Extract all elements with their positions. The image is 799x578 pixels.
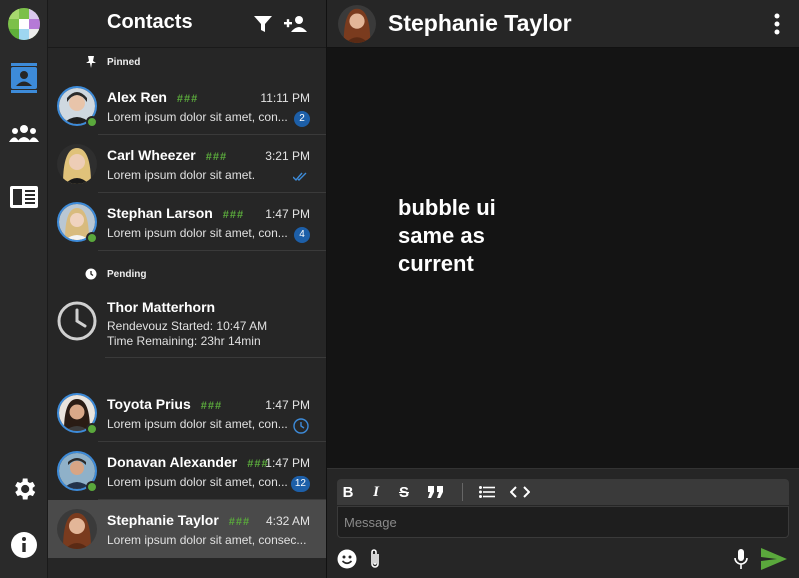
contact-row[interactable]: Carl Wheezer ### 3:21 PM Lorem ipsum dolo… [48, 135, 326, 193]
message-time: 1:47 PM [265, 207, 310, 221]
message-composer: B I S [327, 468, 799, 578]
contact-row[interactable]: Donavan Alexander ### 1:47 PM Lorem ipsum… [48, 442, 326, 500]
more-options-button[interactable] [773, 12, 781, 36]
contact-name: Carl Wheezer ### [107, 147, 228, 163]
contacts-title: Contacts [107, 11, 193, 33]
add-person-icon [284, 16, 307, 32]
contact-name: Stephanie Taylor ### [107, 512, 251, 528]
avatar [57, 509, 97, 549]
message-time: 11:11 PM [260, 91, 310, 105]
contact-name: Alex Ren ### [107, 89, 199, 105]
contacts-header: Contacts [48, 0, 326, 48]
pending-clock-status-icon [292, 417, 310, 435]
online-indicator [86, 423, 98, 435]
contact-row-selected[interactable]: Stephanie Taylor ### 4:32 AM Lorem ipsum … [48, 500, 326, 558]
message-preview: Lorem ipsum dolor sit amet, con... [107, 475, 288, 489]
message-preview: Lorem ipsum dolor sit amet, consec... [107, 533, 307, 547]
message-input[interactable] [337, 506, 789, 538]
message-time: 3:21 PM [265, 149, 310, 163]
message-preview: Lorem ipsum dolor sit amet, con... [107, 226, 288, 240]
feed-nav-button[interactable] [0, 177, 48, 217]
emoji-button[interactable] [335, 547, 359, 571]
contacts-panel: Contacts Pinned Alex Ren ### 11:11 PM Lor… [48, 0, 327, 578]
formatting-toolbar: B I S [337, 479, 789, 505]
online-indicator [86, 481, 98, 493]
bulleted-list-icon [479, 486, 495, 498]
voice-button[interactable] [729, 547, 753, 571]
send-icon [761, 548, 787, 570]
chat-panel: Stephanie Taylor bubble ui same as curre… [327, 0, 799, 578]
unread-badge: 2 [294, 111, 310, 127]
chat-header: Stephanie Taylor [327, 0, 799, 48]
contact-tag: ### [176, 93, 199, 105]
add-contact-button[interactable] [284, 12, 308, 36]
contact-name: Donavan Alexander ### [107, 454, 269, 470]
send-button[interactable] [759, 547, 789, 571]
unread-badge: 4 [294, 227, 310, 243]
message-preview: Lorem ipsum dolor sit amet, con... [107, 417, 288, 431]
online-indicator [86, 232, 98, 244]
list-button[interactable] [476, 482, 498, 502]
avatar [57, 144, 97, 184]
message-preview: Lorem ipsum dolor sit amet. [107, 168, 256, 182]
contact-tag: ### [228, 516, 251, 528]
message-time: 1:47 PM [265, 398, 310, 412]
chat-title: Stephanie Taylor [388, 10, 572, 36]
filter-icon [254, 16, 272, 32]
app-logo[interactable] [8, 8, 40, 40]
time-remaining: Time Remaining: 23hr 14min [107, 334, 261, 348]
pinned-section-label: Pinned [107, 57, 141, 68]
chat-avatar[interactable] [338, 5, 376, 43]
unread-badge: 12 [290, 476, 310, 492]
pending-contact-row[interactable]: Thor Matterhorn Rendevouz Started: 10:47… [48, 290, 326, 358]
message-preview: Lorem ipsum dolor sit amet, con... [107, 110, 288, 124]
quote-icon [428, 486, 443, 498]
contact-row[interactable]: Stephan Larson ### 1:47 PM Lorem ipsum do… [48, 193, 326, 251]
groups-nav-button[interactable] [0, 114, 48, 154]
rendezvous-started: Rendevouz Started: 10:47 AM [107, 319, 268, 333]
contact-tag: ### [205, 151, 228, 163]
attach-icon [371, 549, 379, 568]
message-time: 4:32 AM [265, 514, 310, 528]
online-indicator [86, 116, 98, 128]
quote-button[interactable] [425, 482, 447, 502]
read-checkmarks-icon [292, 168, 310, 186]
bold-button[interactable]: B [337, 482, 359, 502]
contact-tag: ### [200, 400, 223, 412]
settings-icon [15, 478, 36, 500]
settings-button[interactable] [0, 469, 48, 509]
contact-row[interactable]: Alex Ren ### 11:11 PM Lorem ipsum dolor s… [48, 77, 326, 135]
message-time: 1:47 PM [265, 456, 310, 470]
contact-tag: ### [222, 209, 245, 221]
newspaper-icon [10, 186, 38, 208]
code-icon [510, 486, 530, 498]
pending-section-label: Pending [107, 269, 147, 280]
strikethrough-button[interactable]: S [393, 482, 415, 502]
clock-icon [84, 267, 98, 281]
contact-name: Stephan Larson ### [107, 205, 245, 221]
contact-name: Thor Matterhorn [107, 299, 216, 315]
placeholder-note: bubble ui same as current [398, 195, 496, 276]
filter-button[interactable] [251, 12, 275, 36]
info-button[interactable] [0, 525, 48, 565]
contact-row[interactable]: Toyota Prius ### 1:47 PM Lorem ipsum dolo… [48, 384, 326, 442]
contact-name: Toyota Prius ### [107, 396, 223, 412]
pending-clock-icon [57, 301, 97, 346]
nav-rail [0, 0, 48, 578]
italic-button[interactable]: I [365, 482, 387, 502]
code-button[interactable] [509, 482, 531, 502]
attach-button[interactable] [363, 547, 387, 571]
contacts-nav-button[interactable] [0, 58, 48, 98]
emoji-icon [337, 549, 357, 569]
info-icon [11, 532, 37, 558]
groups-icon [9, 125, 39, 142]
mic-icon [734, 549, 748, 569]
more-vert-icon [774, 13, 780, 35]
toolbar-divider [462, 483, 463, 501]
contacts-icon [11, 63, 37, 93]
pin-icon [84, 55, 98, 69]
